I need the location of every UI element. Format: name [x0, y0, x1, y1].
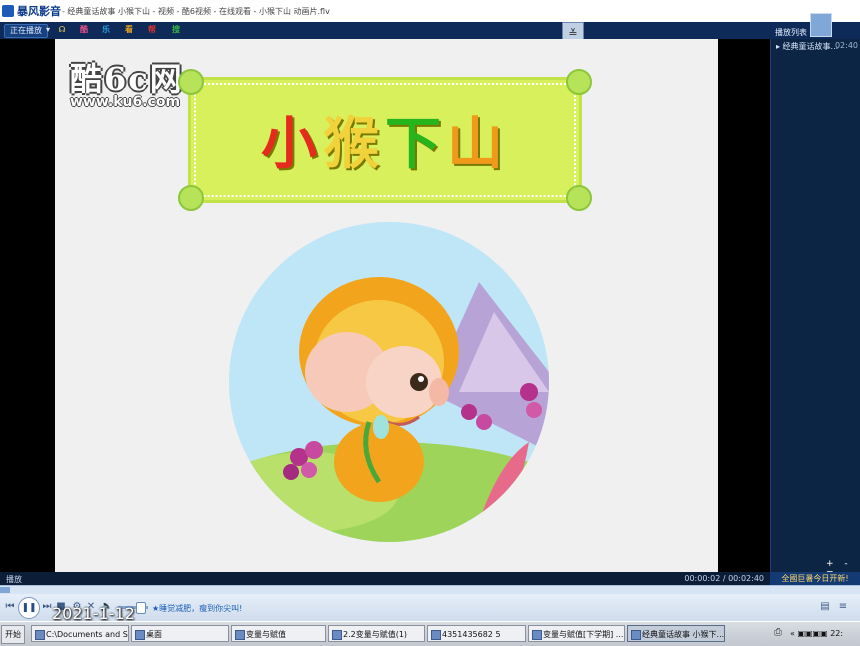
window-title-bar: 暴风影音 - 经典童话故事 小猴下山 - 视频 - 酷6视频 - 在线观看 - …	[0, 0, 860, 22]
taskbar: 开始 C:\Documents and Se... 桌面 变量与赋值 2.2变量…	[0, 621, 860, 646]
toolbar-icon-kan[interactable]: 看	[124, 25, 134, 35]
watermark-url: www.ku6.com	[70, 94, 181, 110]
taskbar-item[interactable]: 变量与赋值[下学期] ...	[528, 625, 625, 642]
flower-icon	[566, 185, 592, 211]
list-icon[interactable]: ≡	[836, 600, 850, 614]
app-logo-icon	[2, 5, 14, 17]
toolbar: 正在播放 ▾ ☊ 酷 乐 看 帮 搜	[0, 22, 860, 40]
playlist-footer[interactable]: 全國巨暑今日开新!	[770, 572, 860, 585]
toolbar-icon-le[interactable]: 乐	[101, 25, 111, 35]
player-logo-icon[interactable]	[810, 13, 832, 37]
document-title: - 经典童话故事 小猴下山 - 视频 - 酷6视频 - 在线观看 - 小猴下山 …	[62, 7, 330, 16]
dropdown-arrow-icon[interactable]: ▾	[43, 25, 53, 35]
previous-icon[interactable]: ⏮	[3, 600, 17, 614]
app-title: 暴风影音	[2, 3, 61, 19]
flower-icon	[178, 185, 204, 211]
start-button[interactable]: 开始	[1, 625, 25, 644]
title-banner: 小猴下山	[178, 69, 592, 211]
status-bar: 播放 00:00:02 / 00:02:40	[0, 572, 770, 585]
toolbar-icon-sou[interactable]: 搜	[171, 25, 181, 35]
now-playing-button[interactable]: 正在播放	[4, 24, 48, 38]
toolbar-icon-bang[interactable]: 帮	[147, 25, 157, 35]
tray-icons[interactable]: « ▣▣▣▣	[790, 629, 828, 638]
banner-char: 猴	[323, 112, 385, 177]
pause-button[interactable]: ❚❚	[18, 597, 40, 619]
banner-char: 小	[261, 112, 323, 177]
playback-time: 00:00:02 / 00:02:40	[684, 574, 764, 583]
printer-icon[interactable]: ⎙	[774, 627, 782, 638]
volume-slider-thumb[interactable]	[136, 602, 146, 614]
watermark: 酷6c网 www.ku6.com	[70, 54, 184, 110]
flower-icon	[178, 69, 204, 95]
playlist-item[interactable]: ▸ 经典童话故事...	[776, 41, 838, 52]
app-name: 暴风影音	[17, 5, 61, 18]
playlist-panel: ▸ 经典童话故事... 02:40 + - ≡	[770, 39, 860, 579]
taskbar-item-active[interactable]: 经典童话故事 小猴下...	[627, 625, 725, 642]
playback-state: 播放	[6, 575, 22, 584]
monkey-illustration	[229, 222, 549, 542]
monkey-scene-icon	[229, 222, 549, 542]
taskbar-item[interactable]: 2.2变量与赋值(1)	[328, 625, 425, 642]
playlist-item-duration: 02:40	[834, 41, 858, 50]
playlist-title: 播放列表	[775, 28, 807, 37]
headphones-icon[interactable]: ☊	[57, 25, 67, 35]
toolbar-icon-ku[interactable]: 酷	[79, 25, 89, 35]
banner-title: 小猴下山	[188, 99, 582, 180]
flower-icon	[566, 69, 592, 95]
taskbar-item[interactable]: C:\Documents and Se...	[31, 625, 129, 642]
taskbar-item[interactable]: 4351435682 5	[427, 625, 526, 642]
banner-char: 下	[385, 112, 447, 177]
banner-char: 山	[447, 112, 509, 177]
promo-link[interactable]: ★睡觉减肥，瘦到你尖叫!	[152, 603, 242, 614]
seek-progress	[0, 587, 10, 593]
tray-clock: 22:	[830, 629, 844, 638]
taskbar-item[interactable]: 变量与赋值	[231, 625, 326, 642]
folder-icon[interactable]: ▤	[818, 600, 832, 614]
taskbar-item[interactable]: 桌面	[131, 625, 229, 642]
system-tray: « ▣▣▣▣ 22:	[790, 625, 858, 642]
